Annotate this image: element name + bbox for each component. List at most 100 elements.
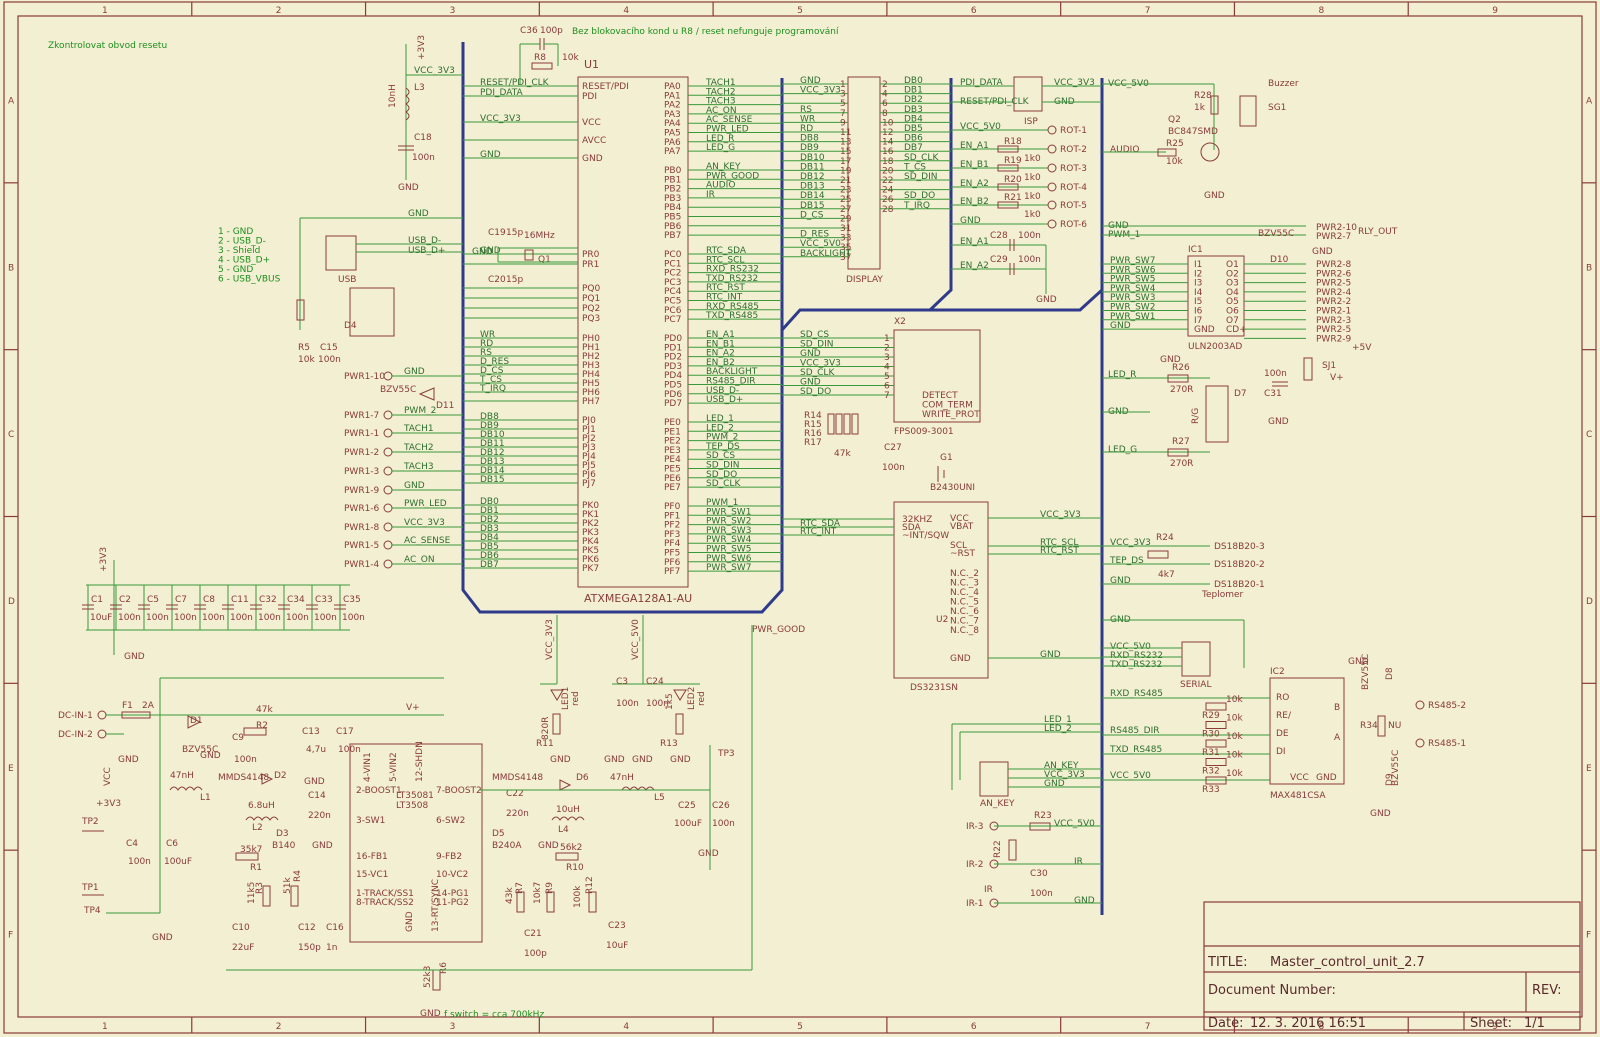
svg-text:AN_KEY: AN_KEY	[980, 799, 1015, 809]
psu-label: 1n	[326, 943, 337, 953]
svg-text:100n: 100n	[318, 355, 341, 365]
psu-pin: GND	[405, 911, 415, 932]
mcu-pin: PB7	[664, 231, 681, 241]
svg-text:BZV55C: BZV55C	[380, 385, 416, 395]
display-pin: 3	[840, 90, 846, 100]
rot-port: ROT-1	[1060, 126, 1087, 136]
psu-label: 2A	[142, 701, 155, 711]
mcu-net: RESET/PDI_CLK	[480, 78, 550, 88]
display-pin: 2	[882, 80, 888, 90]
display-net: DB13	[800, 182, 825, 192]
display-pin: 23	[840, 186, 851, 196]
svg-text:GND: GND	[1348, 657, 1369, 667]
buzzer-circuit: VCC_5V0 R28 1k Buzzer SG1 AUDIO R25 10k …	[1102, 79, 1299, 201]
svg-text:GND: GND	[670, 755, 691, 765]
sd-net: SD_CLK	[800, 368, 835, 378]
psu-label: D5	[492, 829, 505, 839]
psu-label: C16	[326, 923, 344, 933]
psu-label: VCC	[103, 767, 113, 786]
column-label: 4	[623, 6, 629, 16]
psu-pin: 4-VIN1	[363, 752, 373, 782]
rs485-resistor: R33	[1202, 785, 1220, 795]
psu-label: GND	[538, 841, 559, 851]
psu-label: C26	[712, 801, 730, 811]
rot-cap-value: 100n	[1018, 255, 1041, 265]
svg-text:Teplomer: Teplomer	[1201, 590, 1244, 600]
psu-label: D6	[576, 773, 589, 783]
rtc-pin: N.C._6	[950, 607, 979, 617]
mcu-net: T_IRQ	[479, 384, 506, 394]
supply-5v: +5V SJ1 V+ 100n C31 GND	[1264, 343, 1372, 427]
rs485-resistor: R31	[1202, 748, 1220, 758]
display-pin: 10	[882, 118, 894, 128]
svg-text:GND: GND	[632, 755, 653, 765]
rot-net: VCC_5V0	[960, 122, 1001, 132]
psu-label: V+	[406, 703, 420, 713]
row-label: F	[1586, 931, 1591, 941]
display-net: DB10	[800, 153, 825, 163]
rtc-pin: ~INT/SQW	[902, 531, 949, 541]
date-label: Date:	[1208, 1016, 1243, 1031]
svg-text:R26: R26	[1172, 363, 1190, 373]
ir-port: IR-3	[966, 822, 984, 832]
svg-text:16MHz: 16MHz	[524, 231, 555, 241]
svg-text:C31: C31	[1264, 389, 1282, 399]
column-label: 5	[797, 6, 803, 16]
rot-resistor-value: 1k0	[1024, 210, 1041, 220]
sd-net: SD_DO	[800, 387, 831, 397]
cap-ref: C1	[91, 595, 103, 605]
usb-pin-note: 6 - USB_VBUS	[218, 275, 281, 285]
svg-text:LED2: LED2	[687, 687, 697, 710]
cap-value: 100n	[258, 613, 281, 623]
mcu-pin: RESET/PDI	[582, 82, 629, 92]
svg-text:C36: C36	[520, 26, 538, 36]
display-pin: 20	[882, 166, 894, 176]
psu-label: DC-IN-2	[58, 730, 93, 740]
svg-text:USB: USB	[338, 275, 356, 285]
sd-net: GND	[800, 378, 821, 388]
svg-text:D11: D11	[436, 401, 454, 411]
title-value: Master_control_unit_2.7	[1270, 955, 1425, 970]
psu-label: GND	[698, 849, 719, 859]
psu-label: R1	[250, 863, 262, 873]
display-net: SD_CLK	[904, 153, 939, 163]
sd-net: SD_DIN	[800, 340, 833, 350]
svg-text:ISP: ISP	[1024, 117, 1038, 127]
psu-label: GND	[304, 777, 325, 787]
display-pin: 5	[840, 99, 846, 109]
row-label: A	[1586, 96, 1593, 106]
svg-text:NU: NU	[1388, 721, 1401, 731]
svg-text:GND: GND	[124, 652, 145, 662]
rot-port: ROT-3	[1060, 164, 1087, 174]
docnum-label: Document Number:	[1208, 983, 1336, 998]
pwr1-net: TACH1	[403, 424, 434, 434]
ir-receiver: IR-3IR-2IR-1 VCC_5V0 IR GND R23 R22 C30 …	[966, 811, 1102, 909]
svg-text:R27: R27	[1172, 437, 1190, 447]
psu-label: 4,7u	[306, 745, 326, 755]
pwr1-port: PWR1-4	[344, 560, 380, 570]
cap-ref: C8	[203, 595, 215, 605]
pwr1-net: AC_SENSE	[404, 536, 451, 546]
usb-pin-note: 1 - GND	[218, 227, 253, 237]
psu-label: GND	[152, 933, 173, 943]
note-fswitch: f switch = cca 700kHz	[444, 1010, 544, 1020]
svg-text:R24: R24	[1156, 533, 1174, 543]
cap-value: 100n	[174, 613, 197, 623]
rs485-net: TXD_RS485	[1109, 745, 1162, 755]
cap-ref: C7	[175, 595, 187, 605]
note-reset: Zkontrolovat obvod resetu	[48, 41, 167, 51]
display-pin: 25	[840, 195, 851, 205]
mcu-pin: VCC	[582, 118, 601, 128]
rot-net: EN_B1	[960, 160, 989, 170]
pwr1-net: GND	[404, 367, 425, 377]
svg-text:BZV55C: BZV55C	[1391, 750, 1401, 786]
rot-cap: C29	[990, 255, 1008, 265]
psu-label: 150p	[298, 943, 321, 953]
cap-value: 100n	[202, 613, 225, 623]
sd-pin: 7	[884, 391, 890, 401]
rot-net: EN_A1	[960, 141, 989, 151]
psu-label: 52k3	[423, 966, 433, 988]
psu-label: 100uF	[674, 819, 702, 829]
display-pin: 4	[882, 90, 888, 100]
svg-text:820R: 820R	[541, 717, 551, 740]
